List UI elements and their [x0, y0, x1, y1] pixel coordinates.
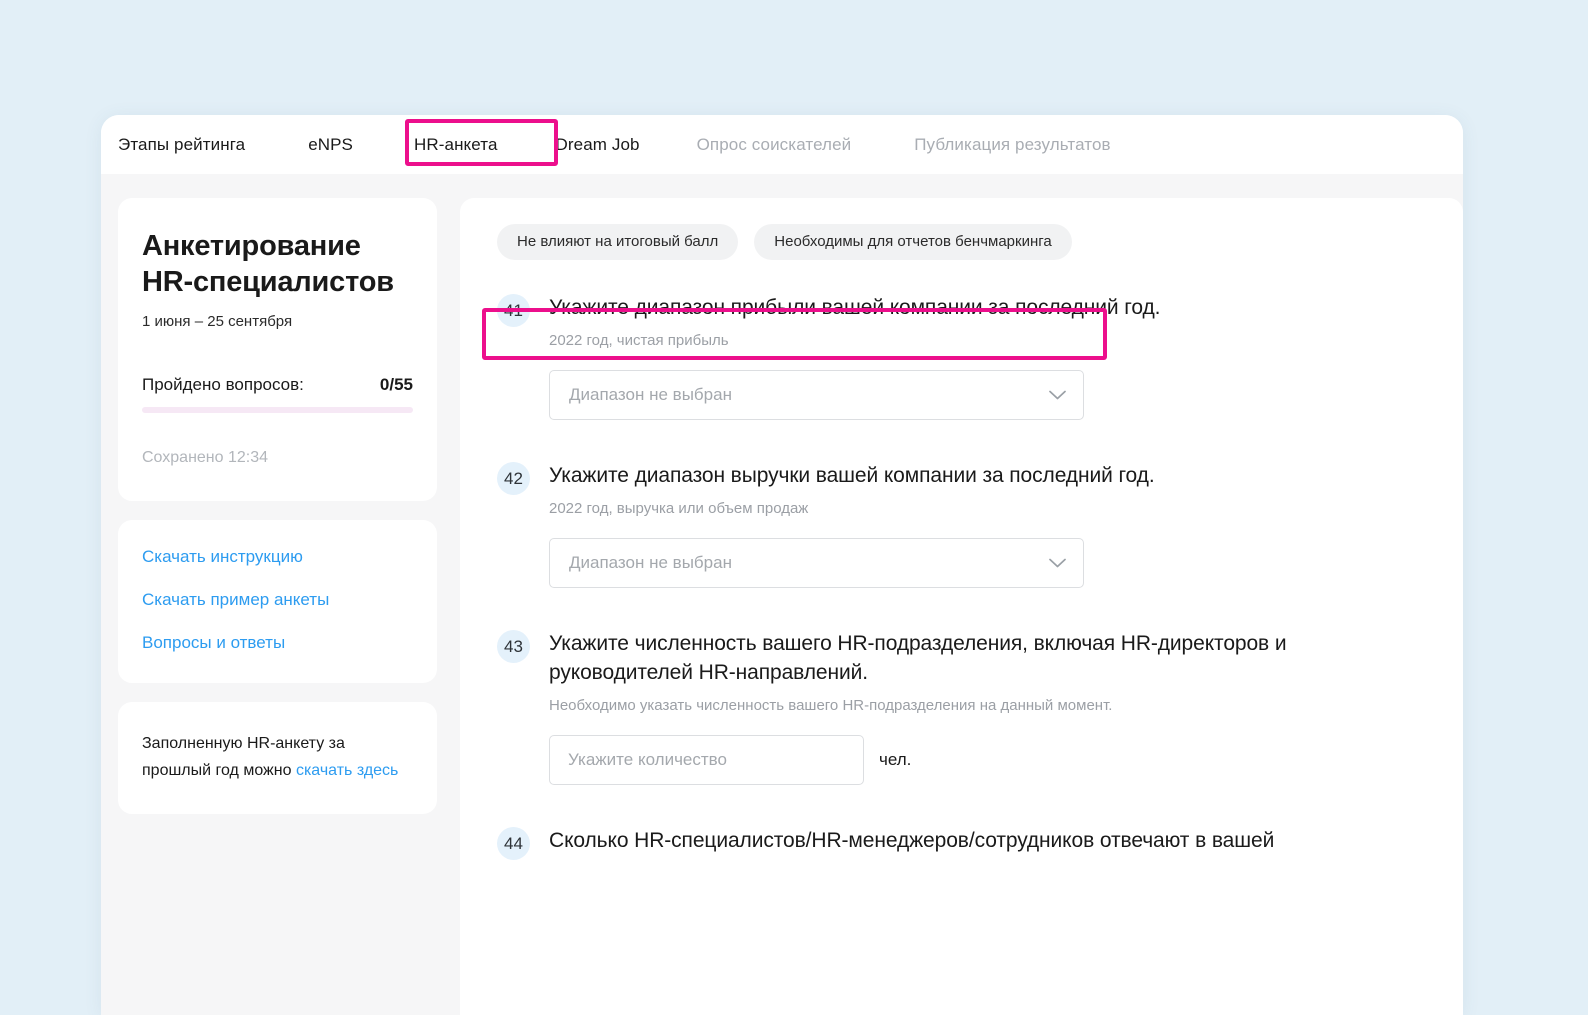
hr-headcount-input[interactable] [549, 735, 864, 785]
question-body: Укажите диапазон выручки вашей компании … [549, 461, 1433, 588]
saved-status: Сохранено 12:34 [142, 449, 269, 466]
progress-label: Пройдено вопросов: [142, 375, 304, 394]
app-body: Анкетирование HR-специалистов 1 июня – 2… [101, 174, 1463, 1015]
question-title: Сколько HR-специалистов/HR-менеджеров/со… [549, 829, 1275, 852]
previous-year-note-card: Заполненную HR-анкету за прошлый год мож… [118, 702, 437, 814]
survey-summary-card: Анкетирование HR-специалистов 1 июня – 2… [118, 198, 437, 501]
question-number-badge: 42 [497, 462, 530, 495]
revenue-range-select-value: Диапазон не выбран [569, 553, 732, 572]
page-title: Анкетирование HR-специалистов [142, 230, 394, 298]
question-subtitle: 2022 год, чистая прибыль [549, 332, 729, 349]
hr-headcount-unit-label: чел. [879, 750, 912, 769]
questions-panel: Не влияют на итоговый балл Необходимы дл… [460, 198, 1463, 1015]
survey-date-range: 1 июня – 25 сентября [142, 313, 293, 330]
progress-count: 0/55 [379, 375, 413, 394]
question-item-44: 44 Сколько HR-специалистов/HR-менеджеров… [497, 826, 1433, 860]
question-title: Укажите диапазон прибыли вашей компании … [549, 296, 1161, 319]
tab-hr-anketa[interactable]: HR-анкета [414, 135, 498, 155]
questions-list: 41 Укажите диапазон прибыли вашей компан… [497, 293, 1433, 860]
tab-opros-soiskateley[interactable]: Опрос соискателей [697, 135, 852, 155]
question-number-badge: 43 [497, 630, 530, 663]
filter-chip-group: Не влияют на итоговый балл Необходимы дл… [497, 224, 1433, 260]
note-text: Заполненную HR-анкету за прошлый год мож… [142, 730, 413, 784]
question-body: Укажите диапазон прибыли вашей компании … [549, 293, 1433, 420]
link-faq[interactable]: Вопросы и ответы [142, 633, 285, 653]
tab-dream-job[interactable]: Dream Job [556, 135, 640, 155]
filter-chip-benchmarking[interactable]: Необходимы для отчетов бенчмаркинга [754, 224, 1072, 260]
filter-chip-not-scored[interactable]: Не влияют на итоговый балл [497, 224, 739, 260]
question-subtitle: 2022 год, выручка или объем продаж [549, 500, 809, 517]
app-window: Этапы рейтинга eNPS HR-анкета Dream Job … [101, 115, 1463, 1015]
question-title: Укажите численность вашего HR-подразделе… [549, 632, 1287, 684]
question-field-row: чел. [549, 735, 1433, 785]
chevron-down-icon [1049, 390, 1066, 400]
question-item-43: 43 Укажите численность вашего HR-подразд… [497, 629, 1433, 785]
question-title: Укажите диапазон выручки вашей компании … [549, 464, 1155, 487]
question-field-row: Диапазон не выбран [549, 538, 1433, 588]
resource-links-card: Скачать инструкцию Скачать пример анкеты… [118, 520, 437, 683]
question-item-42: 42 Укажите диапазон выручки вашей компан… [497, 461, 1433, 588]
link-download-instruction[interactable]: Скачать инструкцию [142, 547, 303, 567]
question-body: Сколько HR-специалистов/HR-менеджеров/со… [549, 826, 1433, 855]
top-tab-bar: Этапы рейтинга eNPS HR-анкета Dream Job … [101, 115, 1463, 174]
question-number-badge: 41 [497, 294, 530, 327]
sidebar: Анкетирование HR-специалистов 1 июня – 2… [118, 198, 437, 1015]
link-download-sample-form[interactable]: Скачать пример анкеты [142, 590, 329, 610]
progress-row: Пройдено вопросов: 0/55 [142, 375, 413, 395]
progress-bar [142, 407, 413, 413]
chevron-down-icon [1049, 558, 1066, 568]
profit-range-select-value: Диапазон не выбран [569, 385, 732, 404]
revenue-range-select[interactable]: Диапазон не выбран [549, 538, 1084, 588]
question-item-41: 41 Укажите диапазон прибыли вашей компан… [497, 293, 1433, 420]
question-number-badge: 44 [497, 827, 530, 860]
link-download-previous-year[interactable]: скачать здесь [296, 762, 398, 779]
tab-publikatsiya-rezultatov[interactable]: Публикация результатов [914, 135, 1110, 155]
tab-etapy-reytinga[interactable]: Этапы рейтинга [118, 135, 245, 155]
tab-enps[interactable]: eNPS [308, 135, 353, 155]
question-body: Укажите численность вашего HR-подразделе… [549, 629, 1433, 785]
profit-range-select[interactable]: Диапазон не выбран [549, 370, 1084, 420]
question-field-row: Диапазон не выбран [549, 370, 1433, 420]
question-subtitle: Необходимо указать численность вашего HR… [549, 697, 1113, 714]
